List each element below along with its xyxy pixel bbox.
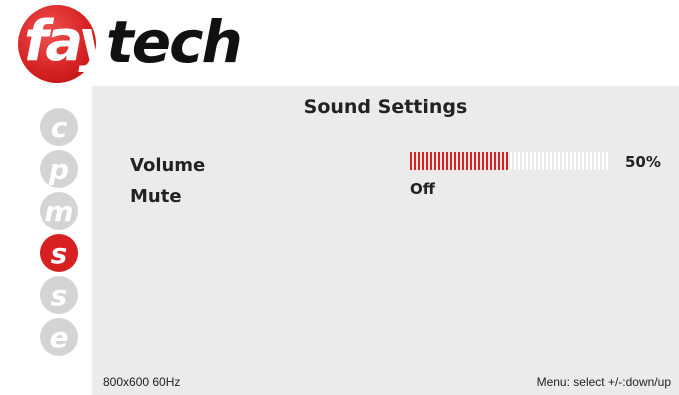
volume-segment <box>446 152 448 170</box>
volume-segment <box>526 152 528 170</box>
menu-sidebar: cpmsse <box>40 108 84 360</box>
volume-segment <box>414 152 416 170</box>
volume-segment <box>514 152 516 170</box>
volume-label: Volume <box>130 155 206 176</box>
volume-segment <box>574 152 576 170</box>
volume-segment <box>566 152 568 170</box>
volume-slider[interactable] <box>410 152 610 170</box>
volume-segment <box>494 152 496 170</box>
volume-segment <box>454 152 456 170</box>
volume-segment <box>606 152 608 170</box>
volume-segment <box>482 152 484 170</box>
volume-segment <box>410 152 412 170</box>
logo-text-fay: fay <box>24 9 115 74</box>
volume-segment <box>594 152 596 170</box>
volume-segment <box>598 152 600 170</box>
volume-segment <box>422 152 424 170</box>
volume-segment <box>442 152 444 170</box>
volume-segment <box>530 152 532 170</box>
volume-segment <box>438 152 440 170</box>
mute-value[interactable]: Off <box>410 180 435 198</box>
volume-segment <box>470 152 472 170</box>
volume-segment <box>582 152 584 170</box>
volume-segment <box>542 152 544 170</box>
osd-panel <box>92 86 679 395</box>
volume-segment <box>426 152 428 170</box>
volume-segment <box>474 152 476 170</box>
volume-segment <box>502 152 504 170</box>
menu-icon-e[interactable]: e <box>40 318 78 356</box>
volume-segment <box>554 152 556 170</box>
menu-icon-s[interactable]: s <box>40 276 78 314</box>
volume-segment <box>478 152 480 170</box>
volume-segment <box>550 152 552 170</box>
volume-segment <box>578 152 580 170</box>
mute-label: Mute <box>130 186 182 207</box>
volume-segment <box>546 152 548 170</box>
volume-segment <box>450 152 452 170</box>
volume-segment <box>418 152 420 170</box>
volume-segment <box>518 152 520 170</box>
volume-segment <box>506 152 508 170</box>
page-title: Sound Settings <box>303 96 468 118</box>
volume-segment <box>466 152 468 170</box>
volume-segment <box>498 152 500 170</box>
volume-segment <box>534 152 536 170</box>
menu-icon-m[interactable]: m <box>40 192 78 230</box>
volume-segment <box>510 152 512 170</box>
volume-segment <box>458 152 460 170</box>
volume-segment <box>570 152 572 170</box>
volume-segment <box>434 152 436 170</box>
faytech-logo: fay tech <box>10 5 280 90</box>
volume-segment <box>430 152 432 170</box>
volume-segment <box>538 152 540 170</box>
volume-segment <box>558 152 560 170</box>
resolution-status: 800x600 60Hz <box>103 375 181 389</box>
volume-segment <box>462 152 464 170</box>
menu-hint: Menu: select +/-:down/up <box>536 375 671 389</box>
logo-text-tech: tech <box>106 8 243 76</box>
volume-segment <box>602 152 604 170</box>
volume-segment <box>486 152 488 170</box>
volume-percent: 50% <box>625 153 661 171</box>
volume-segment <box>590 152 592 170</box>
page-title-wrap: Sound Settings <box>0 96 679 118</box>
menu-icon-p[interactable]: p <box>40 150 78 188</box>
volume-segment <box>522 152 524 170</box>
volume-segment <box>490 152 492 170</box>
volume-segment <box>562 152 564 170</box>
volume-segment <box>586 152 588 170</box>
menu-icon-s[interactable]: s <box>40 234 78 272</box>
